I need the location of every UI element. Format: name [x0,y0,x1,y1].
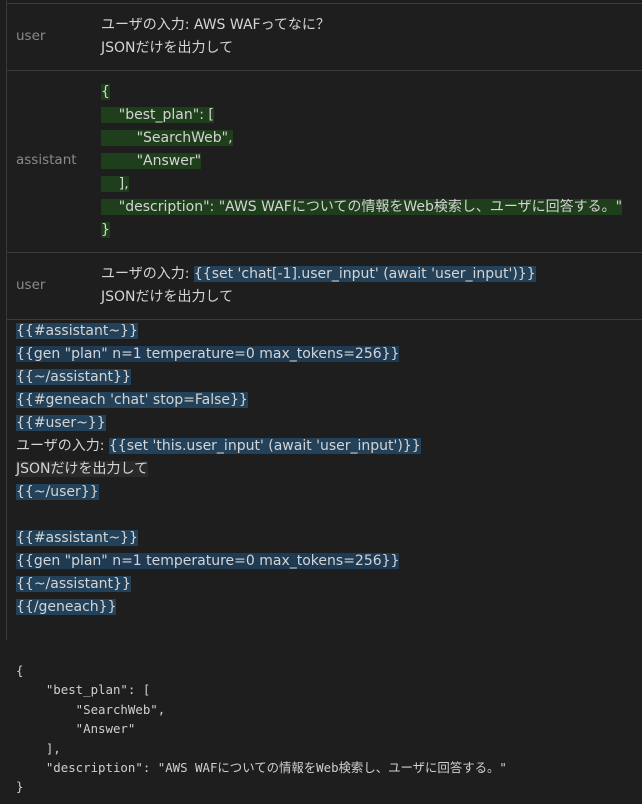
template-text: JSONだけを出力して [16,461,149,477]
output-line: { [16,663,24,678]
role-label: user [16,277,46,293]
notebook-cell: user ユーザの入力: AWS WAFってなに？ JSONだけを出力して as… [0,0,642,640]
template-highlight: {{set 'chat[-1].user_input' (await 'user… [193,266,536,282]
template-tag: {{~/assistant}} [16,369,131,385]
output-line: } [16,779,24,795]
cell-output: { "best_plan": [ "SearchWeb", "Answer" ]… [16,661,507,797]
output-line: "SearchWeb", [16,701,166,717]
generated-text: { [101,84,110,100]
message-line: ユーザの入力: AWS WAFってなに？ [101,17,330,33]
template-tag: {{#assistant~}} [16,323,138,339]
generated-text: } [101,222,110,238]
guidance-template: {{#assistant~}} {{gen "plan" n=1 tempera… [16,320,636,619]
template-prefix: ユーザの入力: [16,438,109,454]
chat-message-assistant: assistant { "best_plan": [ "SearchWeb", … [7,70,642,253]
role-label: assistant [16,152,77,168]
message-line: JSONだけを出力して [101,40,234,56]
message-prefix: ユーザの入力: [101,266,194,282]
message-content: ユーザの入力: AWS WAFってなに？ JSONだけを出力して [101,14,636,60]
template-tag: {{#user~}} [16,415,106,431]
generated-text: "description": "AWS WAFについての情報をWeb検索し、ユー… [101,199,623,215]
template-blank [16,504,636,527]
template-tag: {{gen "plan" n=1 temperature=0 max_token… [16,553,400,569]
output-line: "best_plan": [ [16,682,151,698]
generated-text: "best_plan": [ [101,107,214,123]
generated-text: "Answer" [101,153,202,169]
template-tag: {{set 'this.user_input' (await 'user_inp… [108,438,421,454]
role-label: user [16,28,46,44]
template-tag: {{#geneach 'chat' stop=False}} [16,392,248,408]
chat-message-user-1: user ユーザの入力: AWS WAFってなに？ JSONだけを出力して [7,3,642,71]
output-line: "Answer" [16,721,136,737]
output-line: "description": "AWS WAFについての情報をWeb検索し、ユー… [16,759,507,775]
output-line: ], [16,740,61,756]
template-tag: {{~/assistant}} [16,576,131,592]
template-tag: {{gen "plan" n=1 temperature=0 max_token… [16,346,400,362]
generated-text: "SearchWeb", [101,130,233,146]
message-content: ユーザの入力: {{set 'chat[-1].user_input' (awa… [101,263,636,309]
message-content: { "best_plan": [ "SearchWeb", "Answer" ]… [101,81,636,242]
template-tag: {{/geneach}} [16,599,117,615]
template-tag: {{~/user}} [16,484,99,500]
chat-message-user-2: user ユーザの入力: {{set 'chat[-1].user_input'… [7,253,642,320]
generated-text: ], [101,176,129,192]
message-line: JSONだけを出力して [101,289,234,305]
template-tag: {{#assistant~}} [16,530,138,546]
